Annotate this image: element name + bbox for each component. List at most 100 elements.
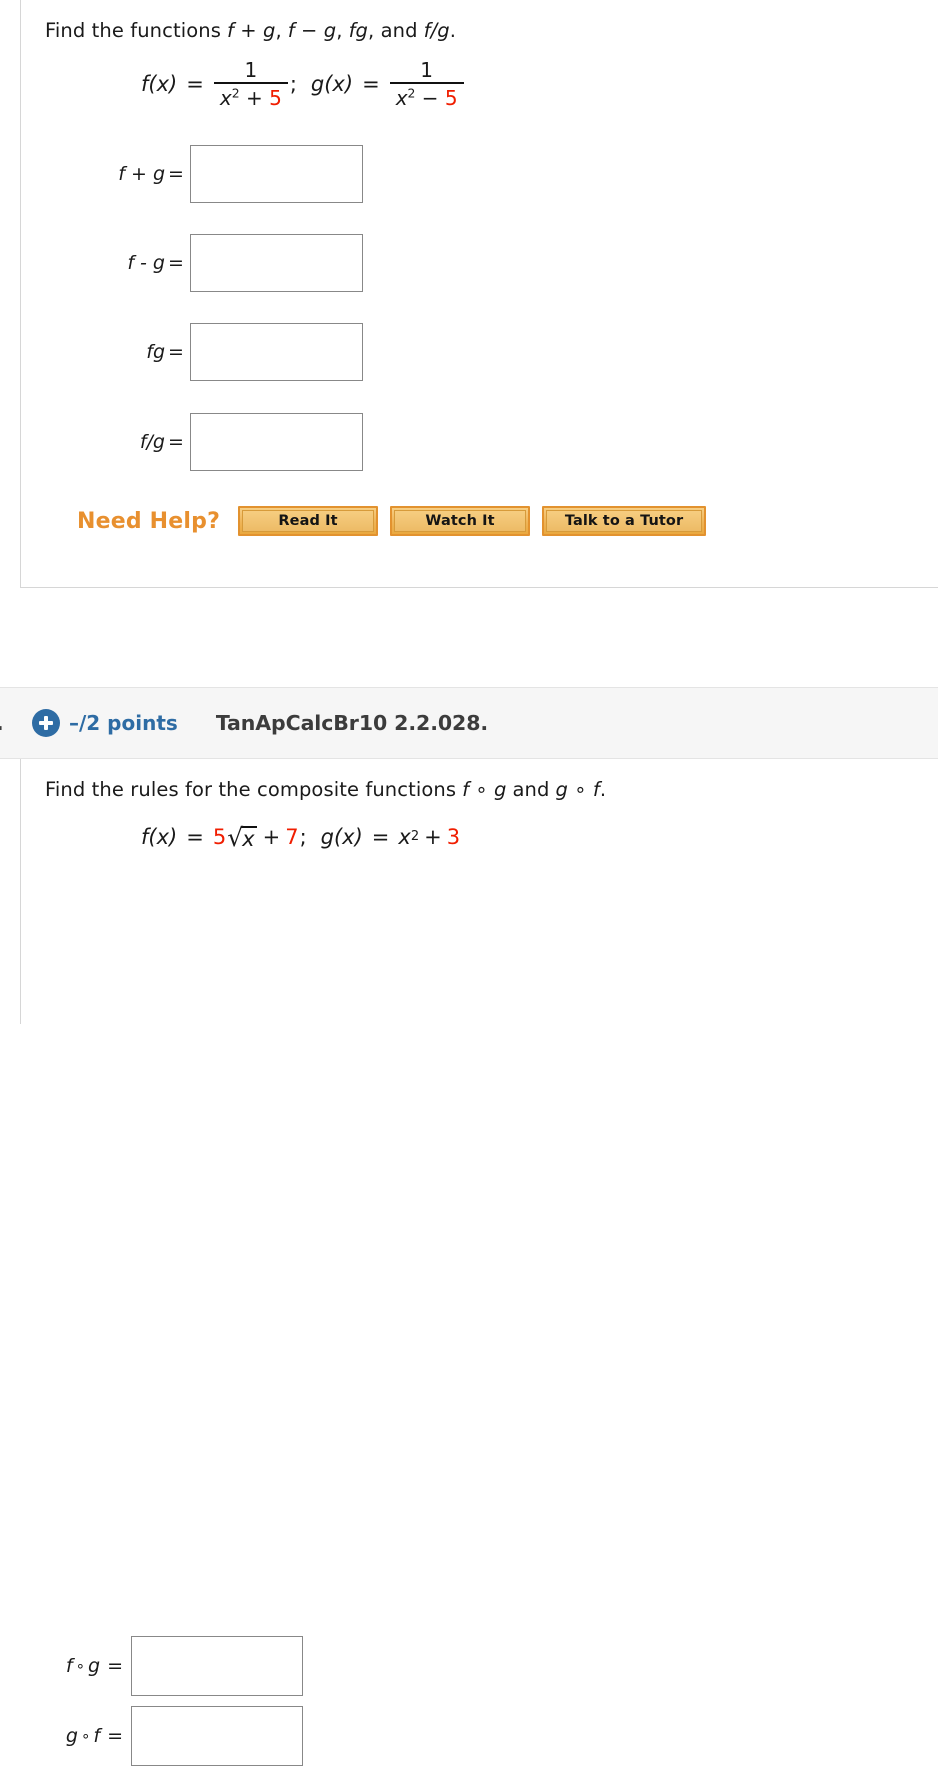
- function-f-name: f(x): [141, 825, 178, 849]
- denominator-exponent: 2: [231, 85, 240, 101]
- answer-row-g-of-f: g ∘ f =: [45, 1706, 303, 1766]
- answer-label-fg: fg: [146, 341, 165, 363]
- radical-sign: √: [227, 822, 244, 852]
- answer-label-g-of-f: g ∘ f =: [45, 1725, 131, 1747]
- talk-to-a-tutor-button[interactable]: Talk to a Tutor: [542, 506, 707, 536]
- button-face: Read It: [242, 510, 375, 532]
- answer-input-f-plus-g[interactable]: [190, 145, 363, 203]
- prompt-comma-2: ,: [336, 19, 343, 42]
- read-it-label: Read It: [278, 513, 338, 529]
- answer-input-f-of-g[interactable]: [131, 1636, 303, 1696]
- problem-1-panel: Find the functions f + g, f − g, fg, and f/g…: [20, 0, 938, 588]
- composite-right-function: f: [93, 1725, 101, 1747]
- prompt-and: and: [512, 778, 550, 801]
- answer-row-f-of-g: f ∘ g =: [45, 1636, 303, 1696]
- prompt-term-f-plus-g: f + g: [226, 19, 276, 42]
- denominator-constant: 5: [444, 86, 458, 110]
- prompt-term-fg: fg: [348, 19, 369, 42]
- function-f-denominator: x2 + 5: [214, 84, 288, 110]
- button-face: Watch It: [394, 510, 527, 532]
- square-root-icon: √ x: [227, 822, 257, 852]
- answer-label-f-over-g: f/g: [139, 431, 165, 453]
- function-g-plus-operator: +: [424, 825, 442, 849]
- prompt-period: .: [449, 19, 457, 42]
- denominator-operator: −: [421, 86, 439, 110]
- denominator-variable: x: [219, 86, 232, 110]
- answer-input-f-minus-g[interactable]: [190, 234, 363, 292]
- function-g-fraction: 1 x2 − 5: [389, 58, 464, 110]
- answer-equals-sign: =: [168, 431, 184, 453]
- function-g-name: g(x): [320, 825, 363, 849]
- problem-1-body: Find the functions f + g, f − g, fg, and f/g…: [21, 0, 938, 110]
- problem-1-prompt: Find the functions f + g, f − g, fg, and f/g…: [45, 18, 938, 44]
- problem-2-body: Find the rules for the composite functio…: [21, 759, 938, 852]
- problem-2-definitions: f(x) = 5 √ x + 7 ; g(x) = x2 + 3: [141, 822, 461, 852]
- denominator-operator: +: [245, 86, 263, 110]
- answer-input-f-over-g[interactable]: [190, 413, 363, 471]
- problem-2-prompt: Find the rules for the composite functio…: [45, 777, 938, 803]
- answer-row-f-over-g: f/g =: [55, 413, 363, 471]
- function-g-denominator: x2 − 5: [390, 84, 464, 110]
- function-f-constant: 7: [285, 825, 299, 849]
- prompt-comma-1: ,: [275, 19, 282, 42]
- read-it-button[interactable]: Read It: [238, 506, 379, 536]
- definitions-separator: ;: [289, 71, 297, 96]
- prompt-lead-text: Find the rules for the composite functio…: [45, 778, 457, 801]
- function-f-name: f(x): [141, 71, 178, 96]
- answer-equals-sign: =: [107, 1655, 123, 1677]
- denominator-variable: x: [395, 86, 408, 110]
- function-g-equals: =: [362, 71, 380, 96]
- function-g-numerator: 1: [420, 58, 434, 82]
- denominator-exponent: 2: [407, 85, 416, 101]
- answer-row-fg: fg =: [55, 323, 363, 381]
- problem-2-panel: Find the rules for the composite functio…: [20, 759, 938, 1766]
- answer-equals-sign: =: [168, 163, 184, 185]
- definitions-separator: ;: [299, 825, 307, 849]
- function-g-name: g(x): [310, 71, 354, 96]
- composite-left-function: f: [65, 1655, 73, 1677]
- function-g-equals: =: [371, 825, 390, 849]
- problem-2-header-band: . –/2 points TanApCalcBr10 2.2.028.: [0, 687, 938, 759]
- need-help-row: Need Help? Read It Watch It Talk to a Tu…: [77, 506, 718, 536]
- prompt-conjunction: , and: [368, 19, 418, 42]
- denominator-constant: 5: [269, 86, 282, 110]
- answer-equals-sign: =: [168, 341, 184, 363]
- watch-it-button[interactable]: Watch It: [390, 506, 531, 536]
- answer-equals-sign: =: [168, 252, 184, 274]
- answer-input-fg[interactable]: [190, 323, 363, 381]
- function-f-numerator: 1: [244, 58, 258, 82]
- answer-label-f-plus-g: f + g: [118, 163, 165, 185]
- function-f-equals: =: [186, 71, 204, 96]
- button-face: Talk to a Tutor: [546, 510, 703, 532]
- answer-label-f-of-g: f ∘ g =: [45, 1655, 131, 1677]
- problem-number: .: [0, 711, 22, 735]
- radicand: x: [241, 825, 257, 851]
- function-f-plus-operator: +: [262, 825, 281, 849]
- problem-1-definitions: f(x) = 1 x2 + 5 ; g(x) = 1 x2 − 5: [45, 58, 938, 110]
- assignment-id-label: TanApCalcBr10 2.2.028.: [215, 711, 489, 735]
- prompt-period: .: [599, 778, 607, 801]
- answer-input-g-of-f[interactable]: [131, 1706, 303, 1766]
- composition-circle-icon: ∘: [80, 1727, 91, 1745]
- points-label: –/2 points: [69, 711, 178, 735]
- function-f-fraction: 1 x2 + 5: [213, 58, 288, 110]
- answer-row-f-plus-g: f + g =: [55, 145, 363, 203]
- prompt-term-g-of-f: g ∘ f: [555, 778, 600, 801]
- composite-right-function: g: [88, 1655, 101, 1677]
- answer-row-f-minus-g: f - g =: [55, 234, 363, 292]
- need-help-label: Need Help?: [77, 508, 221, 534]
- function-g-variable: x: [398, 825, 411, 849]
- answer-label-f-minus-g: f - g: [127, 252, 165, 274]
- watch-it-label: Watch It: [425, 513, 495, 529]
- composition-circle-icon: ∘: [75, 1657, 86, 1675]
- prompt-term-f-over-g: f/g: [423, 19, 450, 42]
- composite-left-function: g: [65, 1725, 78, 1747]
- function-g-constant: 3: [446, 825, 461, 849]
- prompt-lead-text: Find the functions: [45, 19, 221, 42]
- function-f-equals: =: [186, 825, 204, 849]
- plus-circle-icon[interactable]: [32, 709, 60, 737]
- prompt-term-f-of-g: f ∘ g: [462, 778, 507, 801]
- prompt-term-f-minus-g: f − g: [287, 19, 337, 42]
- answer-equals-sign: =: [107, 1725, 123, 1747]
- function-f-coefficient: 5: [212, 825, 227, 849]
